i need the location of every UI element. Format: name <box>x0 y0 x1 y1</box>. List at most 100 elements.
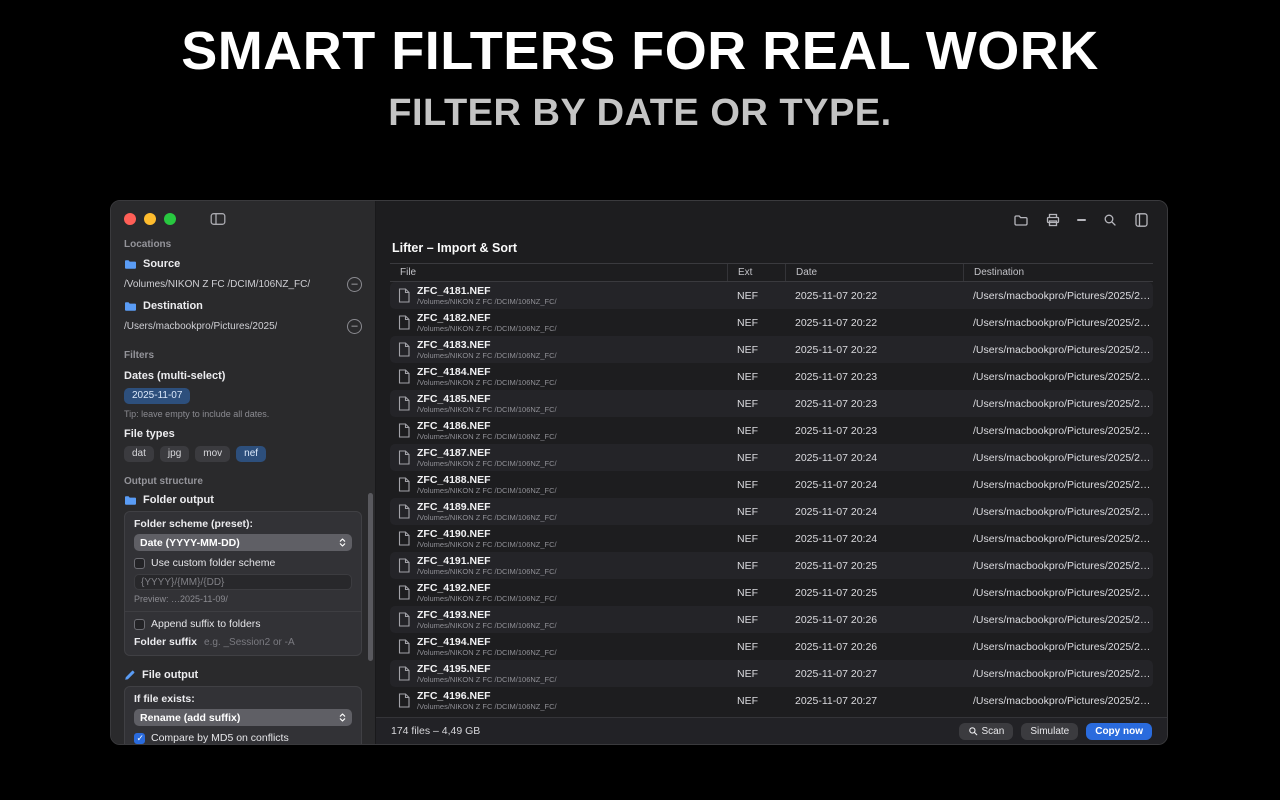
file-cell: ZFC_4182.NEF /Volumes/NIKON Z FC /DCIM/1… <box>390 312 727 333</box>
sidebar-toggle-button[interactable] <box>210 211 226 227</box>
custom-scheme-input[interactable]: {YYYY}/{MM}/{DD} <box>134 574 352 590</box>
column-header-file[interactable]: File <box>390 264 727 281</box>
file-name-stack: ZFC_4181.NEF /Volumes/NIKON Z FC /DCIM/1… <box>417 285 557 306</box>
remove-destination-button[interactable]: – <box>347 319 362 334</box>
md5-checkbox[interactable] <box>134 733 145 744</box>
file-name: ZFC_4192.NEF <box>417 582 557 594</box>
table-row[interactable]: ZFC_4183.NEF /Volumes/NIKON Z FC /DCIM/1… <box>390 336 1153 363</box>
zoom-button[interactable] <box>164 213 176 225</box>
table-row[interactable]: ZFC_4192.NEF /Volumes/NIKON Z FC /DCIM/1… <box>390 579 1153 606</box>
print-button[interactable] <box>1045 212 1061 228</box>
document-icon <box>398 315 410 330</box>
destination-path: /Users/macbookpro/Pictures/2025/ <box>124 321 277 332</box>
remove-source-button[interactable]: – <box>347 277 362 292</box>
folder-output-row: Folder output <box>124 494 362 506</box>
document-icon <box>398 477 410 492</box>
file-source-path: /Volumes/NIKON Z FC /DCIM/106NZ_FC/ <box>417 621 557 630</box>
file-source-path: /Volumes/NIKON Z FC /DCIM/106NZ_FC/ <box>417 459 557 468</box>
file-type-chip[interactable]: mov <box>195 446 230 462</box>
document-icon <box>398 342 410 357</box>
table-row[interactable]: ZFC_4195.NEF /Volumes/NIKON Z FC /DCIM/1… <box>390 660 1153 687</box>
search-button[interactable] <box>1102 212 1118 228</box>
scan-button[interactable]: Scan <box>959 723 1014 740</box>
folder-scheme-select[interactable]: Date (YYYY-MM-DD) <box>134 534 352 551</box>
folder-suffix-input[interactable]: e.g. _Session2 or -A <box>204 637 295 648</box>
file-ext: NEF <box>727 479 785 491</box>
file-cell: ZFC_4194.NEF /Volumes/NIKON Z FC /DCIM/1… <box>390 636 727 657</box>
sidebar-scrollbar[interactable] <box>368 493 373 661</box>
table-row[interactable]: ZFC_4184.NEF /Volumes/NIKON Z FC /DCIM/1… <box>390 363 1153 390</box>
table-row[interactable]: ZFC_4181.NEF /Volumes/NIKON Z FC /DCIM/1… <box>390 282 1153 309</box>
date-chip[interactable]: 2025-11-07 <box>124 388 190 404</box>
file-name-stack: ZFC_4191.NEF /Volumes/NIKON Z FC /DCIM/1… <box>417 555 557 576</box>
table-row[interactable]: ZFC_4188.NEF /Volumes/NIKON Z FC /DCIM/1… <box>390 471 1153 498</box>
column-header-ext[interactable]: Ext <box>727 264 785 281</box>
file-date: 2025-11-07 20:24 <box>785 533 963 545</box>
copy-now-button[interactable]: Copy now <box>1086 723 1152 740</box>
append-folder-suffix-checkbox[interactable] <box>134 619 145 630</box>
document-icon <box>398 639 410 654</box>
file-destination: /Users/macbookpro/Pictures/2025/2… <box>963 641 1153 653</box>
file-source-path: /Volumes/NIKON Z FC /DCIM/106NZ_FC/ <box>417 648 557 657</box>
file-source-path: /Volumes/NIKON Z FC /DCIM/106NZ_FC/ <box>417 351 557 360</box>
file-destination: /Users/macbookpro/Pictures/2025/2… <box>963 695 1153 707</box>
file-ext: NEF <box>727 317 785 329</box>
table-row[interactable]: ZFC_4196.NEF /Volumes/NIKON Z FC /DCIM/1… <box>390 687 1153 714</box>
source-label: Source <box>143 258 180 270</box>
document-icon <box>398 396 410 411</box>
table-row[interactable]: ZFC_4191.NEF /Volumes/NIKON Z FC /DCIM/1… <box>390 552 1153 579</box>
sidebar: Locations Source /Volumes/NIKON Z FC /DC… <box>111 201 376 744</box>
file-date: 2025-11-07 20:25 <box>785 587 963 599</box>
table-row[interactable]: ZFC_4193.NEF /Volumes/NIKON Z FC /DCIM/1… <box>390 606 1153 633</box>
toolbar <box>376 201 1167 229</box>
file-destination: /Users/macbookpro/Pictures/2025/2… <box>963 587 1153 599</box>
destination-path-row: /Users/macbookpro/Pictures/2025/ – <box>124 319 362 334</box>
file-date: 2025-11-07 20:22 <box>785 344 963 356</box>
file-name-stack: ZFC_4190.NEF /Volumes/NIKON Z FC /DCIM/1… <box>417 528 557 549</box>
file-date: 2025-11-07 20:26 <box>785 614 963 626</box>
action-buttons: Scan Simulate Copy now <box>959 723 1152 740</box>
column-header-date[interactable]: Date <box>785 264 963 281</box>
file-destination: /Users/macbookpro/Pictures/2025/2… <box>963 371 1153 383</box>
file-name: ZFC_4195.NEF <box>417 663 557 675</box>
file-destination: /Users/macbookpro/Pictures/2025/2… <box>963 317 1153 329</box>
destination-row: Destination <box>124 300 362 312</box>
file-output-label: File output <box>142 669 198 681</box>
table-row[interactable]: ZFC_4187.NEF /Volumes/NIKON Z FC /DCIM/1… <box>390 444 1153 471</box>
reader-icon <box>1134 212 1149 228</box>
file-type-chip[interactable]: nef <box>236 446 266 462</box>
file-name-stack: ZFC_4187.NEF /Volumes/NIKON Z FC /DCIM/1… <box>417 447 557 468</box>
source-path: /Volumes/NIKON Z FC /DCIM/106NZ_FC/ <box>124 279 310 290</box>
if-exists-value: Rename (add suffix) <box>140 712 240 724</box>
close-button[interactable] <box>124 213 136 225</box>
simulate-button[interactable]: Simulate <box>1021 723 1078 740</box>
search-icon <box>1102 212 1118 228</box>
folder-toolbar-button[interactable] <box>1013 212 1029 228</box>
table-row[interactable]: ZFC_4194.NEF /Volumes/NIKON Z FC /DCIM/1… <box>390 633 1153 660</box>
file-output-group: If file exists: Rename (add suffix) Comp… <box>124 686 362 744</box>
file-source-path: /Volumes/NIKON Z FC /DCIM/106NZ_FC/ <box>417 378 557 387</box>
table-row[interactable]: ZFC_4182.NEF /Volumes/NIKON Z FC /DCIM/1… <box>390 309 1153 336</box>
table-row[interactable]: ZFC_4185.NEF /Volumes/NIKON Z FC /DCIM/1… <box>390 390 1153 417</box>
file-ext: NEF <box>727 668 785 680</box>
file-source-path: /Volumes/NIKON Z FC /DCIM/106NZ_FC/ <box>417 675 557 684</box>
file-destination: /Users/macbookpro/Pictures/2025/2… <box>963 425 1153 437</box>
minimize-button[interactable] <box>144 213 156 225</box>
folder-icon <box>124 495 137 506</box>
file-type-chip[interactable]: jpg <box>160 446 189 462</box>
if-exists-label: If file exists: <box>134 693 352 705</box>
file-name: ZFC_4194.NEF <box>417 636 557 648</box>
file-source-path: /Volumes/NIKON Z FC /DCIM/106NZ_FC/ <box>417 594 557 603</box>
use-custom-scheme-checkbox[interactable] <box>134 558 145 569</box>
if-exists-select[interactable]: Rename (add suffix) <box>134 709 352 726</box>
table-row[interactable]: ZFC_4186.NEF /Volumes/NIKON Z FC /DCIM/1… <box>390 417 1153 444</box>
file-type-chip[interactable]: dat <box>124 446 154 462</box>
file-ext: NEF <box>727 614 785 626</box>
column-header-destination[interactable]: Destination <box>963 264 1153 281</box>
file-name: ZFC_4193.NEF <box>417 609 557 621</box>
file-ext: NEF <box>727 371 785 383</box>
reader-button[interactable] <box>1134 212 1149 228</box>
table-row[interactable]: ZFC_4189.NEF /Volumes/NIKON Z FC /DCIM/1… <box>390 498 1153 525</box>
file-ext: NEF <box>727 452 785 464</box>
table-row[interactable]: ZFC_4190.NEF /Volumes/NIKON Z FC /DCIM/1… <box>390 525 1153 552</box>
